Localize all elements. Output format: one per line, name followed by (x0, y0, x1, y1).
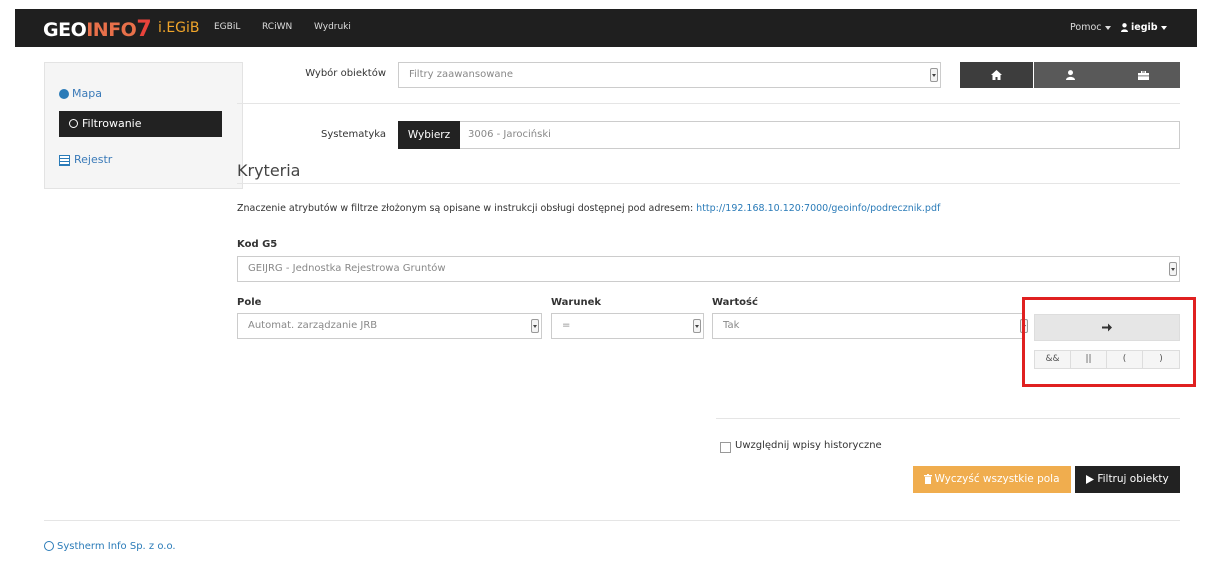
home-button[interactable] (960, 62, 1033, 88)
nav-link-rciwn[interactable]: RCiWN (262, 22, 292, 32)
clear-all-button[interactable]: Wyczyść wszystkie pola (913, 466, 1071, 493)
manual-link[interactable]: http://192.168.10.120:7000/geoinfo/podre… (696, 203, 940, 214)
sidebar-item-label: Rejestr (74, 153, 113, 166)
globe-icon (59, 89, 69, 99)
footer: Systherm Info Sp. z o.o. (44, 541, 176, 552)
brand-info: INFO (86, 19, 137, 41)
home-icon (991, 70, 1002, 80)
warunek-select[interactable]: = (551, 313, 704, 339)
pole-select[interactable]: Automat. zarządzanie JRB (237, 313, 542, 339)
pole-label: Pole (237, 297, 262, 308)
criteria-info-text: Znaczenie atrybutów w filtrze złożonym s… (237, 203, 940, 214)
chevron-down-icon (1160, 25, 1167, 30)
filter-objects-button[interactable]: Filtruj obiekty (1075, 466, 1180, 493)
footer-text[interactable]: Systherm Info Sp. z o.o. (57, 541, 176, 552)
brand-geo: GEO (43, 19, 87, 41)
chevron-down-icon (1104, 25, 1111, 30)
sidebar-item-mapa[interactable]: Mapa (59, 87, 102, 100)
copyright-icon (44, 541, 54, 551)
help-menu[interactable]: Pomoc (1070, 22, 1111, 33)
warunek-select-value: = (562, 320, 571, 331)
user-button[interactable] (1034, 62, 1107, 88)
brand-subtitle: i.EGiB (158, 20, 200, 36)
systematyka-field[interactable]: 3006 - Jarociński (460, 121, 1180, 149)
chevron-down-icon (693, 319, 701, 333)
info-text: Znaczenie atrybutów w filtrze złożonym s… (237, 203, 697, 214)
play-icon (1086, 474, 1095, 484)
wartosc-select-value: Tak (723, 320, 740, 331)
kod-select-value: GEIJRG - Jednostka Rejestrowa Gruntów (248, 263, 446, 274)
sidebar-item-filtrowanie[interactable]: Filtrowanie (59, 111, 222, 137)
brand-logo[interactable]: GEOINFO7 (43, 17, 152, 42)
history-checkbox[interactable] (720, 442, 731, 453)
wartosc-label: Wartość (712, 297, 758, 308)
history-checkbox-label: Uwzględnij wpisy historyczne (735, 440, 882, 451)
user-label: iegib (1131, 22, 1158, 33)
highlight-box (1022, 297, 1196, 387)
search-icon (69, 118, 78, 128)
divider (237, 103, 1180, 104)
object-select[interactable]: Filtry zaawansowane (398, 62, 941, 88)
warunek-label: Warunek (551, 297, 602, 308)
trash-icon (924, 474, 933, 484)
object-select-label: Wybór obiektów (305, 68, 386, 79)
sidebar-item-label: Filtrowanie (82, 117, 142, 130)
chevron-down-icon (930, 68, 938, 82)
filter-objects-label: Filtruj obiekty (1097, 473, 1169, 485)
object-select-value: Filtry zaawansowane (409, 69, 513, 80)
kod-label: Kod G5 (237, 239, 278, 250)
pole-select-value: Automat. zarządzanie JRB (248, 320, 378, 331)
list-icon (59, 154, 70, 166)
chevron-down-icon (531, 319, 539, 333)
help-label: Pomoc (1070, 22, 1102, 33)
clear-all-label: Wyczyść wszystkie pola (934, 473, 1060, 485)
divider (237, 183, 1180, 184)
view-button-group (960, 62, 1180, 88)
kod-select[interactable]: GEIJRG - Jednostka Rejestrowa Gruntów (237, 256, 1180, 282)
section-heading: Kryteria (237, 161, 301, 180)
sidebar: Mapa Filtrowanie Rejestr (44, 62, 243, 189)
footer-divider (44, 520, 1180, 521)
sidebar-item-rejestr[interactable]: Rejestr (59, 153, 112, 166)
brand-seven: 7 (136, 17, 152, 42)
nav-link-wydruki[interactable]: Wydruki (314, 22, 351, 32)
wybierz-button[interactable]: Wybierz (398, 121, 460, 149)
sidebar-item-label: Mapa (72, 87, 102, 100)
briefcase-button[interactable] (1107, 62, 1180, 88)
user-icon (1066, 70, 1075, 80)
user-menu[interactable]: iegib (1121, 22, 1167, 33)
wartosc-select[interactable]: Tak (712, 313, 1028, 339)
chevron-down-icon (1169, 262, 1177, 276)
briefcase-icon (1138, 70, 1149, 80)
divider (716, 418, 1180, 419)
user-icon (1121, 23, 1128, 32)
nav-link-egbil[interactable]: EGBiL (214, 22, 240, 32)
top-navbar: GEOINFO7 i.EGiB EGBiL RCiWN Wydruki Pomo… (15, 9, 1197, 47)
systematyka-label: Systematyka (321, 129, 386, 140)
